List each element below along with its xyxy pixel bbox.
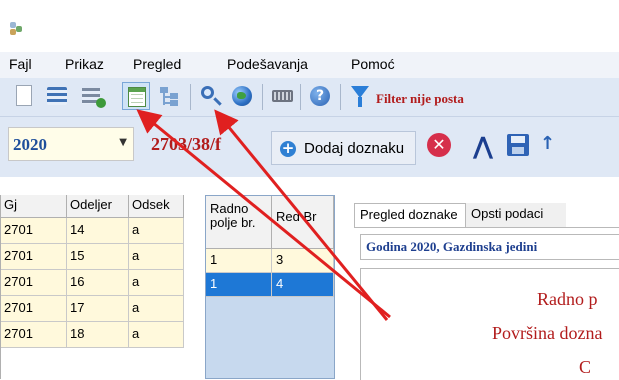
table-cell: 16 [67,270,129,296]
tab-pregled-doznake[interactable]: Pregled doznake [354,203,466,227]
table-cell: a [129,244,184,270]
keyboard-icon [272,90,293,102]
new-document-button[interactable] [10,82,38,110]
move-up-button[interactable]: ↑ [540,131,570,161]
help-button[interactable]: ? [306,82,334,110]
panel-content: Radno p Površina dozna C [360,268,619,380]
radna-polja-grid: Radno polje br. Red Br 1 3 1 4 [205,195,335,379]
globe-button[interactable] [228,82,256,110]
table-cell: 18 [67,322,129,348]
table-icon [128,87,146,107]
table-view-button[interactable] [122,82,150,110]
panel-heading: Radno p [537,289,598,309]
list-button[interactable] [42,82,70,110]
column-header-odsek[interactable]: Odsek [129,195,184,217]
add-list-icon [82,88,106,108]
menu-pomoc[interactable]: Pomoć [351,56,395,72]
year-value: 2020 [13,135,47,154]
app-icon [8,20,24,36]
table-cell: 2701 [1,296,67,322]
menu-prikaz[interactable]: Prikaz [65,56,104,72]
save-icon [507,134,529,156]
title-bar [0,0,619,50]
column-header-gj[interactable]: Gj [1,195,67,217]
table-cell: a [129,218,184,244]
panel-info: Godina 2020, Gazdinska jedini [360,234,619,260]
year-select[interactable]: 2020 ▼ [8,127,134,161]
save-button[interactable] [504,131,534,161]
main-toolbar: ? Filter nije posta [0,78,619,117]
search-button[interactable] [196,82,224,110]
panel-line-3: C [579,357,592,377]
table-cell: 14 [67,218,129,244]
secondary-toolbar: 2020 ▼ 2703/38/f + Dodaj doznaku ✕ ⋀ ↑ [0,117,619,177]
table-cell: 2701 [1,244,67,270]
column-header-radno-polje[interactable]: Radno polje br. [206,196,272,248]
new-document-icon [16,85,32,106]
globe-icon [232,86,252,106]
tree-view-button[interactable] [154,82,182,110]
add-doznaka-label: Dodaj doznaku [304,140,405,157]
cancel-button[interactable]: ✕ [425,131,455,161]
menu-fajl[interactable]: Fajl [9,56,32,72]
table-cell: a [129,296,184,322]
add-list-button[interactable] [78,82,106,110]
column-header-odeljenje[interactable]: Odeljer [67,195,129,217]
column-header-red-br[interactable]: Red Br [272,196,334,248]
tree-icon [158,87,178,107]
table-cell: 3 [272,249,334,273]
table-cell: 17 [67,296,129,322]
filter-button[interactable] [346,82,374,110]
arrow-up-icon: ↑ [540,133,556,154]
add-doznaka-button[interactable]: + Dodaj doznaku [271,131,416,165]
list-icon [47,87,67,105]
cancel-icon: ✕ [427,133,451,157]
table-cell: 2701 [1,322,67,348]
add-icon: + [280,139,296,157]
help-icon: ? [310,86,330,106]
table-cell: 15 [67,244,129,270]
table-cell: 2701 [1,218,67,244]
hammer-icon: ⋀ [472,132,494,160]
menu-bar: Fajl Prikaz Pregled Podešavanja Pomoć [0,52,619,78]
doznaka-panel: Godina 2020, Gazdinska jedini Radno p Po… [354,227,619,380]
table-cell: 1 [206,273,272,297]
chevron-down-icon[interactable]: ▼ [119,137,127,148]
menu-podesavanja[interactable]: Podešavanja [227,56,308,72]
search-icon [201,86,214,99]
table-cell: 1 [206,249,272,273]
filter-status: Filter nije posta [376,91,464,106]
menu-pregled[interactable]: Pregled [133,56,181,72]
grid-header: Gj Odeljer Odsek [1,195,184,218]
tool-button[interactable]: ⋀ [468,131,498,161]
panel-area-label: Površina dozna [492,323,603,343]
table-cell: 2701 [1,270,67,296]
table-cell: 4 [272,273,334,297]
keyboard-button[interactable] [268,82,296,110]
grid-header: Radno polje br. Red Br [206,196,334,249]
tab-strip: Pregled doznake Opsti podaci [354,203,619,227]
table-cell: a [129,322,184,348]
odeljenja-grid: Gj Odeljer Odsek 2701 14 a 2701 15 a 270… [0,195,184,379]
document-code: 2703/38/f [151,134,221,154]
filter-icon [351,86,369,107]
table-cell: a [129,270,184,296]
tab-opsti-podaci[interactable]: Opsti podaci [466,203,566,227]
